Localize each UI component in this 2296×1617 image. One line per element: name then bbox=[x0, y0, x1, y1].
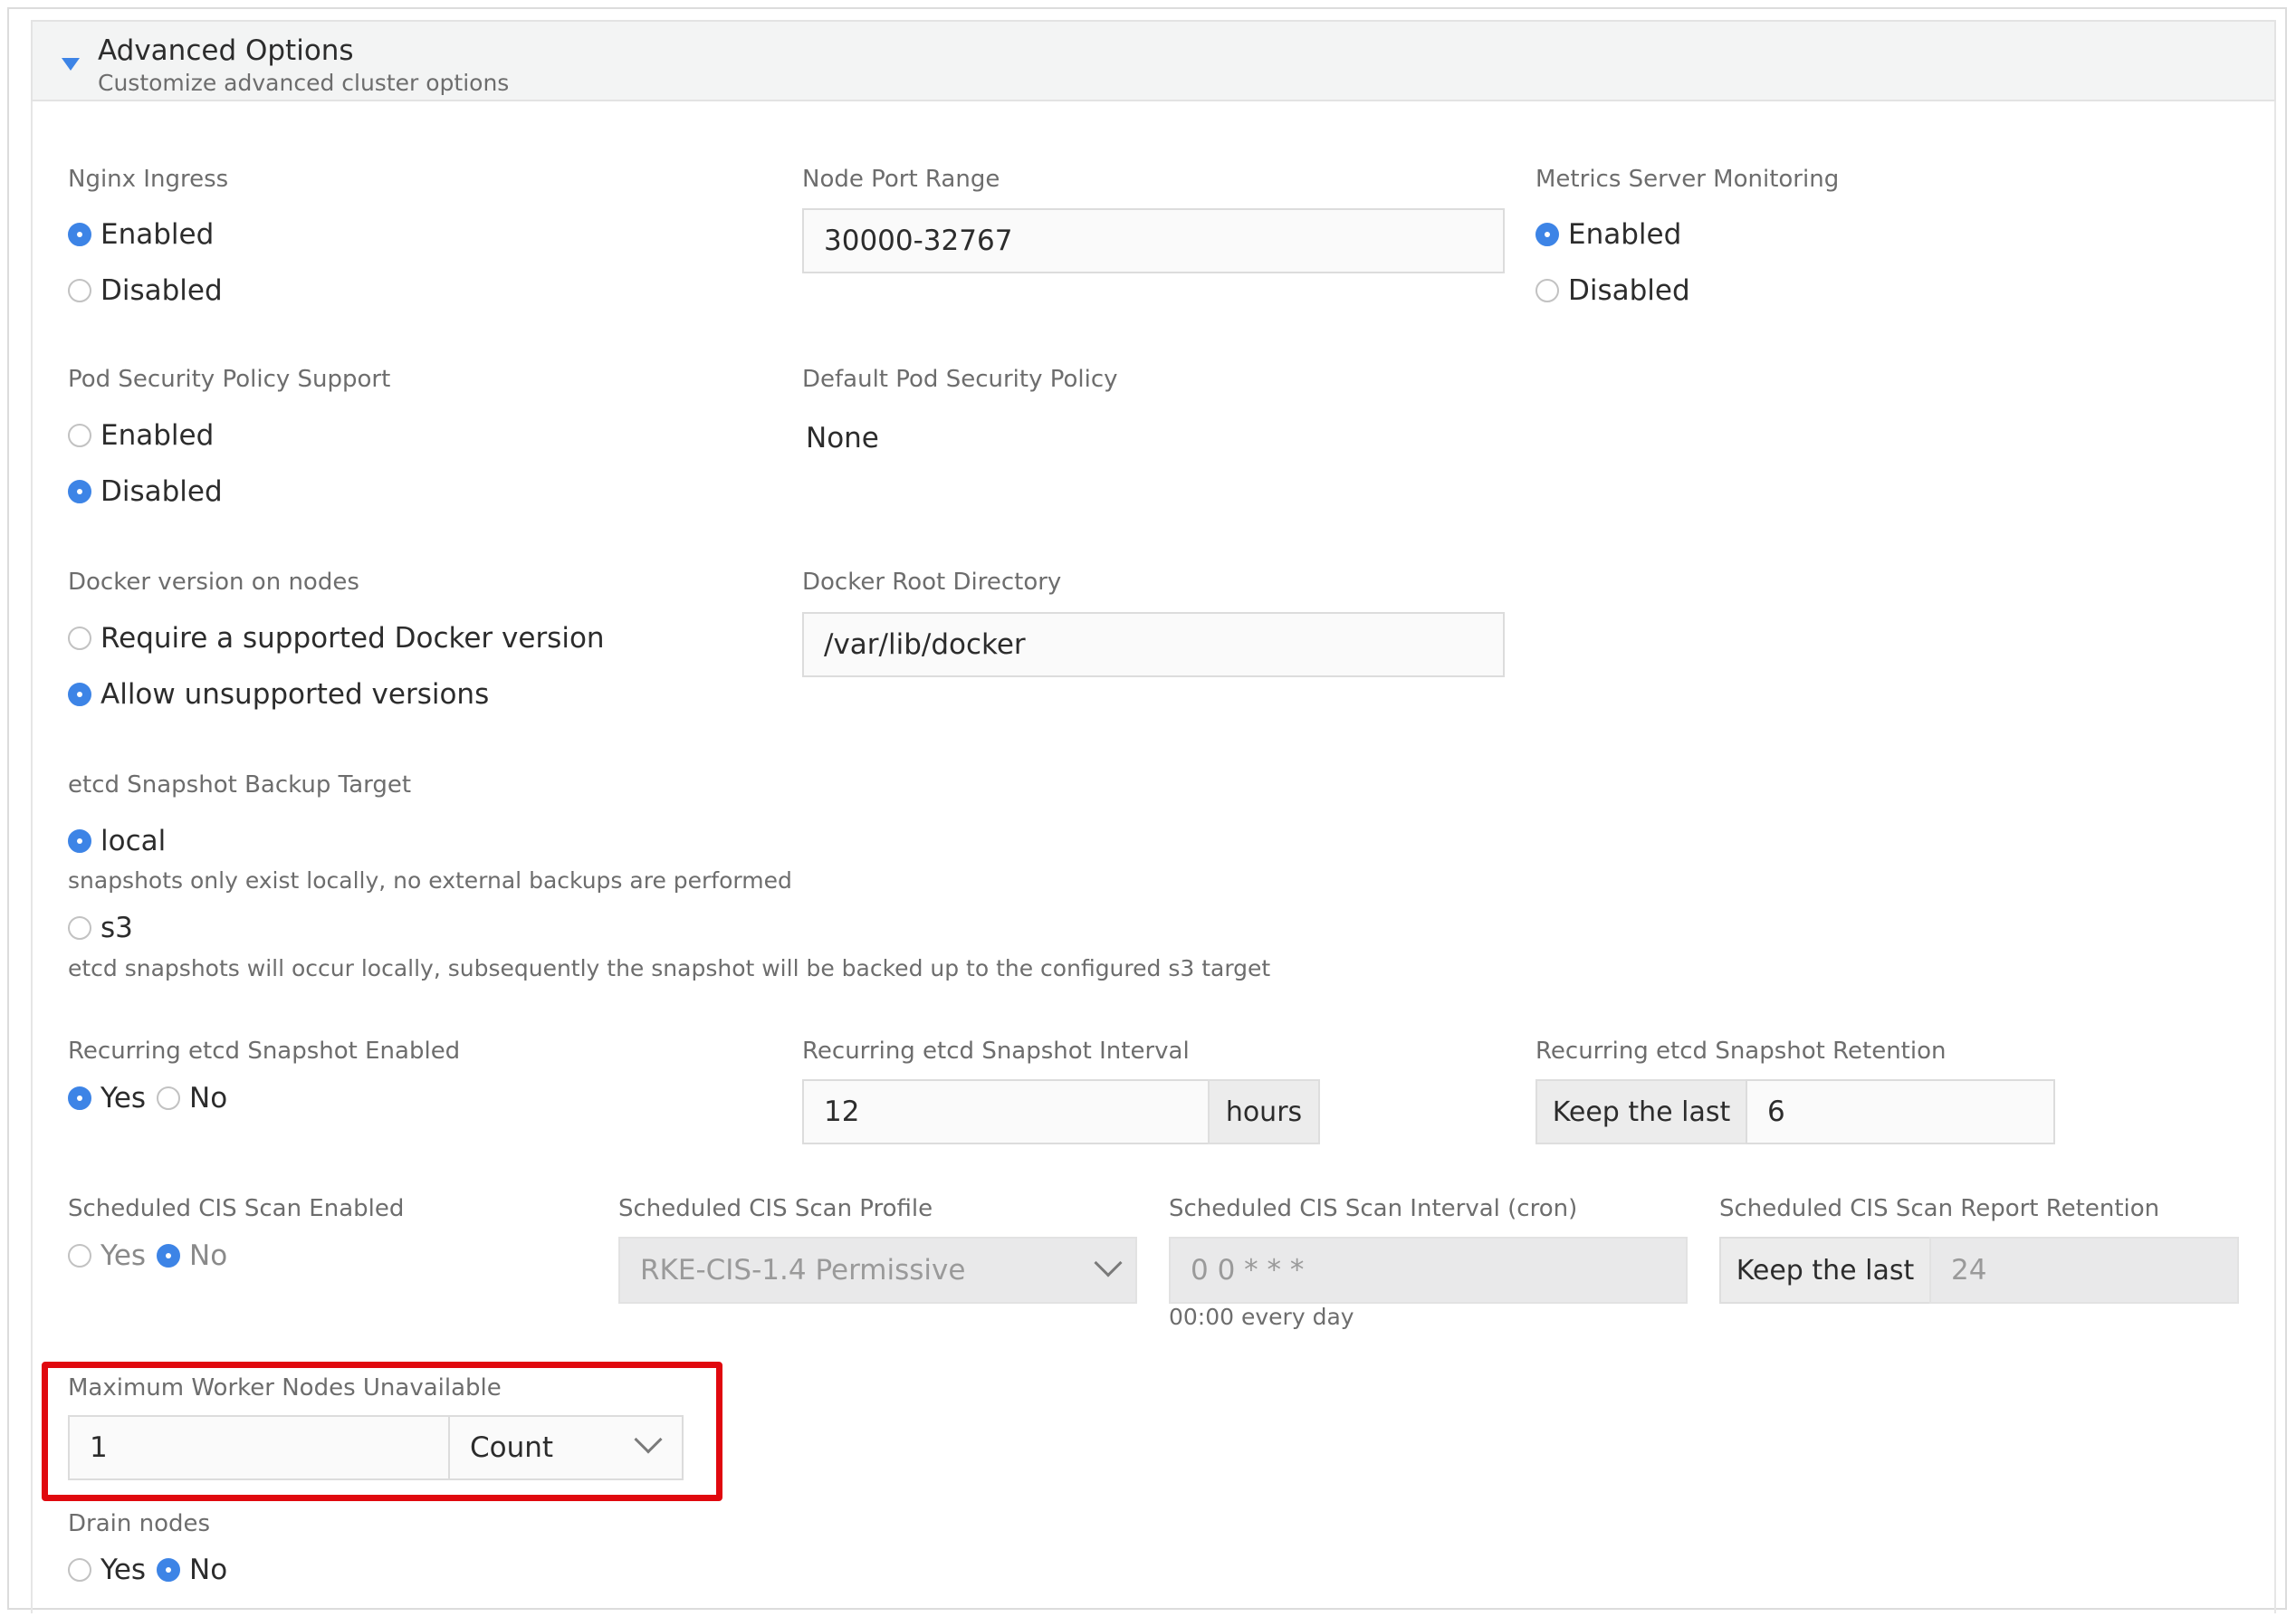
advanced-options-header[interactable]: Advanced Options Customize advanced clus… bbox=[31, 20, 2276, 101]
cis-retention-input[interactable]: 24 bbox=[1929, 1237, 2239, 1304]
caret-down-icon[interactable] bbox=[62, 58, 80, 71]
snapshot-retention-prefix: Keep the last bbox=[1535, 1079, 1747, 1144]
metrics-disabled-option[interactable]: Disabled bbox=[1535, 274, 1690, 307]
radio-selected-icon[interactable] bbox=[68, 1086, 91, 1110]
etcd-local-help: snapshots only exist locally, no externa… bbox=[68, 867, 792, 894]
snapshot-interval-unit: hours bbox=[1208, 1079, 1320, 1144]
cis-yes-label[interactable]: Yes bbox=[100, 1239, 146, 1272]
pod-security-label: Pod Security Policy Support bbox=[68, 366, 391, 393]
radio-selected-icon[interactable] bbox=[157, 1558, 181, 1582]
etcd-local-option[interactable]: local bbox=[68, 825, 166, 857]
section-subtitle: Customize advanced cluster options bbox=[98, 70, 510, 96]
section-title: Advanced Options bbox=[98, 34, 354, 67]
node-port-range-input[interactable]: 30000-32767 bbox=[802, 208, 1505, 273]
cis-profile-label: Scheduled CIS Scan Profile bbox=[618, 1195, 933, 1222]
cis-retention-prefix: Keep the last bbox=[1719, 1237, 1931, 1304]
nginx-enabled-option[interactable]: Enabled bbox=[68, 218, 214, 251]
radio-unselected-icon[interactable] bbox=[68, 627, 91, 650]
recurring-yes-label[interactable]: Yes bbox=[100, 1082, 146, 1115]
psp-disabled-option[interactable]: Disabled bbox=[68, 475, 223, 508]
drain-no-label[interactable]: No bbox=[189, 1554, 227, 1586]
nginx-ingress-label: Nginx Ingress bbox=[68, 166, 229, 193]
max-unavailable-input[interactable]: 1 bbox=[68, 1415, 450, 1480]
chevron-down-icon bbox=[634, 1425, 663, 1454]
recurring-no-label[interactable]: No bbox=[189, 1082, 227, 1115]
snapshot-retention-input[interactable]: 6 bbox=[1746, 1079, 2055, 1144]
radio-unselected-icon[interactable] bbox=[68, 1244, 91, 1268]
max-unavailable-label: Maximum Worker Nodes Unavailable bbox=[68, 1374, 502, 1402]
docker-version-label: Docker version on nodes bbox=[68, 569, 359, 596]
psp-enabled-option[interactable]: Enabled bbox=[68, 419, 214, 452]
cis-interval-help: 00:00 every day bbox=[1169, 1304, 1354, 1330]
docker-require-option[interactable]: Require a supported Docker version bbox=[68, 622, 605, 655]
cis-scan-label: Scheduled CIS Scan Enabled bbox=[68, 1195, 405, 1222]
radio-selected-icon[interactable] bbox=[68, 829, 91, 853]
etcd-s3-option[interactable]: s3 bbox=[68, 912, 133, 944]
metrics-server-label: Metrics Server Monitoring bbox=[1535, 166, 1840, 193]
metrics-enabled-option[interactable]: Enabled bbox=[1535, 218, 1681, 251]
chevron-down-icon bbox=[1094, 1249, 1123, 1277]
snapshot-interval-input[interactable]: 12 bbox=[802, 1079, 1210, 1144]
radio-selected-icon[interactable] bbox=[68, 480, 91, 503]
radio-unselected-icon[interactable] bbox=[157, 1086, 181, 1110]
recurring-snapshot-options: Yes No bbox=[68, 1082, 227, 1115]
nginx-disabled-option[interactable]: Disabled bbox=[68, 274, 223, 307]
radio-selected-icon[interactable] bbox=[157, 1244, 181, 1268]
cis-interval-label: Scheduled CIS Scan Interval (cron) bbox=[1169, 1195, 1578, 1222]
snapshot-retention-label: Recurring etcd Snapshot Retention bbox=[1535, 1038, 1947, 1065]
cis-interval-input[interactable]: 0 0 * * * bbox=[1169, 1237, 1688, 1304]
docker-root-label: Docker Root Directory bbox=[802, 569, 1062, 596]
default-psp-label: Default Pod Security Policy bbox=[802, 366, 1118, 393]
default-psp-value: None bbox=[806, 422, 879, 454]
docker-allow-option[interactable]: Allow unsupported versions bbox=[68, 678, 489, 711]
node-port-range-label: Node Port Range bbox=[802, 166, 1000, 193]
drain-nodes-options: Yes No bbox=[68, 1554, 227, 1586]
recurring-snapshot-label: Recurring etcd Snapshot Enabled bbox=[68, 1038, 461, 1065]
drain-yes-label[interactable]: Yes bbox=[100, 1554, 146, 1586]
drain-nodes-label: Drain nodes bbox=[68, 1510, 211, 1537]
cis-no-label[interactable]: No bbox=[189, 1239, 227, 1272]
max-unavailable-unit-select[interactable]: Count bbox=[448, 1415, 684, 1480]
etcd-s3-help: etcd snapshots will occur locally, subse… bbox=[68, 955, 1271, 981]
radio-selected-icon[interactable] bbox=[1535, 223, 1559, 246]
radio-unselected-icon[interactable] bbox=[68, 279, 91, 302]
etcd-backup-label: etcd Snapshot Backup Target bbox=[68, 771, 412, 799]
radio-unselected-icon[interactable] bbox=[68, 1558, 91, 1582]
docker-root-input[interactable]: /var/lib/docker bbox=[802, 612, 1505, 677]
radio-unselected-icon[interactable] bbox=[68, 916, 91, 940]
radio-unselected-icon[interactable] bbox=[68, 424, 91, 447]
radio-selected-icon[interactable] bbox=[68, 683, 91, 706]
cis-profile-select[interactable]: RKE-CIS-1.4 Permissive bbox=[618, 1237, 1137, 1304]
snapshot-interval-label: Recurring etcd Snapshot Interval bbox=[802, 1038, 1190, 1065]
radio-unselected-icon[interactable] bbox=[1535, 279, 1559, 302]
cis-scan-options: Yes No bbox=[68, 1239, 227, 1272]
radio-selected-icon[interactable] bbox=[68, 223, 91, 246]
cis-retention-label: Scheduled CIS Scan Report Retention bbox=[1719, 1195, 2160, 1222]
